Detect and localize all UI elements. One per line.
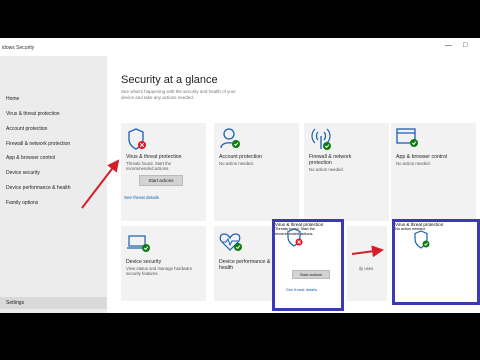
arrow-to-virus-tile [81,159,120,209]
windows-security-window: idows Security — □ Home Virus & threat p… [0,38,480,313]
annotation-arrows [81,159,384,258]
arrow-before-to-after [351,245,384,258]
